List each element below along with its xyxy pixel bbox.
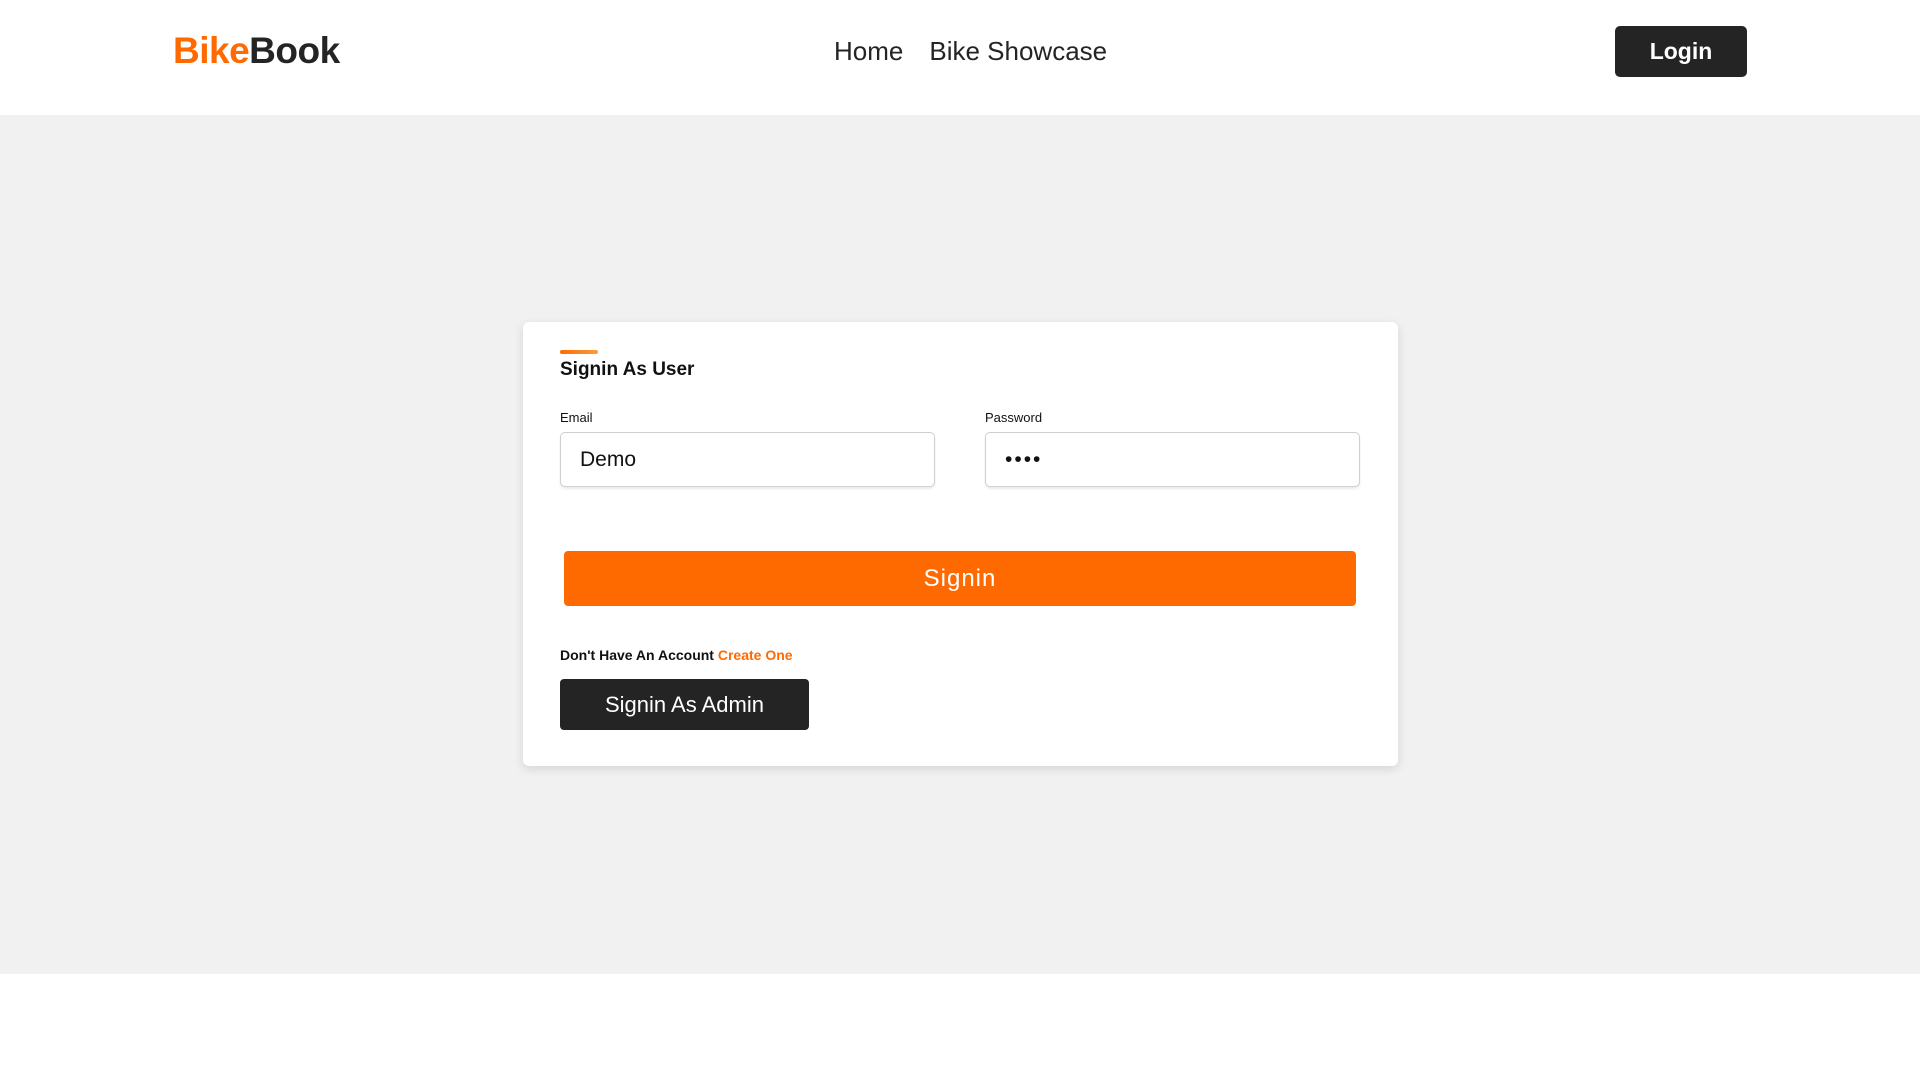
no-account-prompt: Don't Have An Account Create One — [560, 645, 793, 665]
title-accent-bar — [560, 350, 598, 354]
nav-link-bike-showcase[interactable]: Bike Showcase — [929, 32, 1107, 70]
email-field[interactable] — [560, 432, 935, 487]
password-label: Password — [985, 410, 1043, 425]
signin-as-admin-button[interactable]: Signin As Admin — [560, 679, 809, 730]
main-nav: Home Bike Showcase — [834, 32, 1107, 70]
brand-logo[interactable]: BikeBook — [173, 28, 340, 74]
main-content: Signin As User Email Password Signin Don… — [0, 115, 1920, 974]
signin-button[interactable]: Signin — [564, 551, 1356, 606]
email-label: Email — [560, 410, 593, 425]
brand-logo-main: Book — [249, 30, 340, 71]
no-account-text: Don't Have An Account — [560, 647, 714, 663]
signin-title: Signin As User — [560, 359, 695, 380]
password-field[interactable] — [985, 432, 1360, 487]
nav-link-home[interactable]: Home — [834, 32, 903, 70]
signin-card: Signin As User Email Password Signin Don… — [523, 322, 1398, 766]
top-navbar: BikeBook Home Bike Showcase Login — [0, 0, 1920, 115]
brand-logo-accent: Bike — [173, 30, 250, 71]
login-button[interactable]: Login — [1615, 26, 1747, 77]
create-account-link[interactable]: Create One — [718, 647, 793, 663]
